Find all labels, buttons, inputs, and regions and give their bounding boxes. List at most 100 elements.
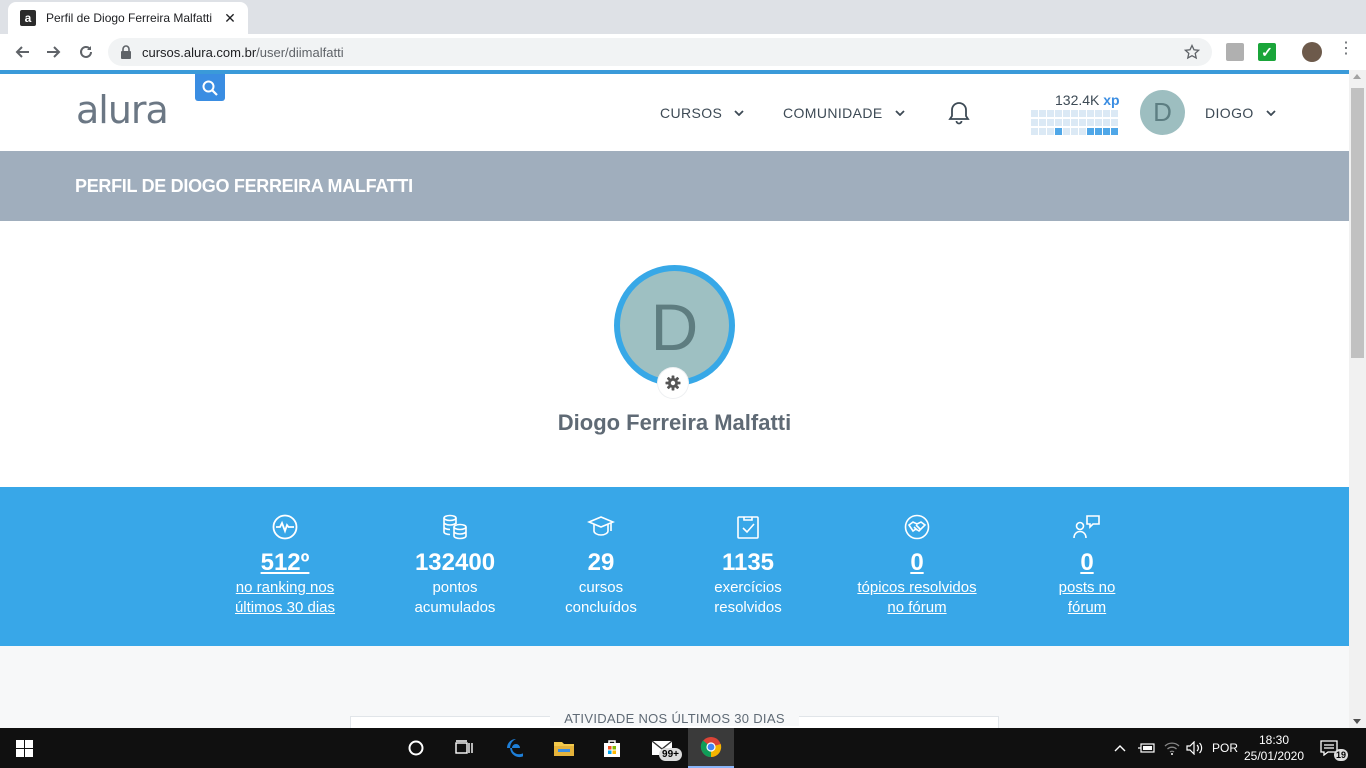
url-host: cursos.alura.com.br bbox=[142, 44, 257, 60]
search-button[interactable] bbox=[195, 74, 225, 101]
bookmark-star-icon[interactable] bbox=[1184, 44, 1200, 60]
xp-value: 132.4K bbox=[1055, 92, 1100, 108]
input-language-button[interactable]: POR bbox=[1212, 728, 1238, 768]
nav-cursos-menu[interactable]: CURSOS bbox=[660, 105, 744, 121]
forward-button[interactable] bbox=[38, 36, 70, 68]
xp-activity-cell bbox=[1063, 119, 1070, 126]
reload-button[interactable] bbox=[70, 36, 102, 68]
arrow-right-icon bbox=[47, 46, 61, 58]
address-bar[interactable]: cursos.alura.com.br/user/diimalfatti bbox=[108, 38, 1212, 66]
action-center-button[interactable]: 19 bbox=[1320, 728, 1350, 768]
lock-icon bbox=[121, 45, 131, 59]
xp-activity-cell bbox=[1031, 119, 1038, 126]
stat-value: 512º bbox=[260, 549, 310, 576]
store-bag-icon bbox=[604, 740, 620, 757]
chrome-menu-icon[interactable]: ⋮ bbox=[1338, 41, 1354, 59]
mail-button[interactable]: 99+ bbox=[640, 728, 684, 768]
xp-activity-cell bbox=[1055, 128, 1062, 135]
tab-close-icon[interactable]: ✕ bbox=[222, 10, 238, 27]
xp-activity-grid bbox=[1031, 110, 1119, 136]
user-menu[interactable]: DIOGO bbox=[1205, 105, 1276, 121]
taskbar-clock[interactable]: 18:30 25/01/2020 bbox=[1236, 728, 1312, 768]
chrome-profile-avatar[interactable] bbox=[1302, 42, 1322, 62]
windows-taskbar: 99+ POR 18:30 25/01/2020 19 bbox=[0, 728, 1366, 768]
activity-heading: ATIVIDADE NOS ÚLTIMOS 30 DIAS bbox=[0, 710, 1349, 728]
chevron-down-icon bbox=[1266, 110, 1276, 116]
volume-tray-button[interactable] bbox=[1186, 728, 1204, 768]
xp-activity-cell bbox=[1111, 128, 1118, 135]
store-button[interactable] bbox=[592, 728, 632, 768]
tab-title: Perfil de Diogo Ferreira Malfatti | bbox=[46, 11, 214, 25]
file-explorer-button[interactable] bbox=[544, 728, 584, 768]
activity-section: ATIVIDADE NOS ÚLTIMOS 30 DIAS bbox=[0, 646, 1349, 728]
nav-comunidade-menu[interactable]: COMUNIDADE bbox=[783, 105, 905, 121]
xp-unit: xp bbox=[1103, 92, 1120, 108]
pdf-extension-icon[interactable] bbox=[1226, 43, 1244, 61]
task-view-icon bbox=[455, 740, 473, 754]
xp-activity-cell bbox=[1047, 119, 1054, 126]
edit-profile-button[interactable] bbox=[658, 368, 688, 398]
folder-icon bbox=[554, 742, 574, 756]
nav-cursos-label: CURSOS bbox=[660, 105, 723, 121]
back-button[interactable] bbox=[6, 36, 38, 68]
battery-tray-button[interactable] bbox=[1138, 728, 1156, 768]
edge-taskbar-button[interactable] bbox=[496, 728, 536, 768]
tray-overflow-chevron[interactable] bbox=[1114, 728, 1126, 768]
stat-label-line: acumulados bbox=[414, 599, 496, 616]
wifi-icon bbox=[1164, 742, 1180, 755]
xp-activity-cell bbox=[1063, 110, 1070, 117]
checkmark-extension-icon[interactable]: ✓ bbox=[1258, 43, 1276, 61]
scroll-down-arrow-icon[interactable] bbox=[1353, 719, 1361, 724]
scroll-thumb[interactable] bbox=[1351, 88, 1364, 358]
stat-label-line: no fórum bbox=[887, 599, 947, 616]
stat-label-line: cursos bbox=[578, 579, 624, 596]
xp-activity-cell bbox=[1079, 119, 1086, 126]
xp-activity-cell bbox=[1071, 119, 1078, 126]
activity-title: ATIVIDADE NOS ÚLTIMOS 30 DIAS bbox=[550, 711, 799, 726]
stat-label-line: posts no bbox=[1058, 579, 1116, 596]
xp-activity-cell bbox=[1095, 128, 1102, 135]
xp-activity-cell bbox=[1039, 110, 1046, 117]
browser-tab[interactable]: a Perfil de Diogo Ferreira Malfatti | ✕ bbox=[8, 2, 248, 34]
profile-area: D Diogo Ferreira Malfatti bbox=[0, 221, 1349, 487]
stat-value: 0 bbox=[910, 549, 924, 576]
task-view-button[interactable] bbox=[446, 728, 482, 768]
start-button[interactable] bbox=[0, 728, 48, 768]
alura-logo[interactable]: alura bbox=[76, 88, 169, 132]
speaker-icon bbox=[1186, 741, 1203, 755]
nav-comunidade-label: COMUNIDADE bbox=[783, 105, 883, 121]
cortana-circle-icon bbox=[408, 740, 424, 756]
profile-avatar-initial: D bbox=[650, 289, 699, 364]
xp-activity-cell bbox=[1047, 128, 1054, 135]
xp-activity-cell bbox=[1095, 110, 1102, 117]
network-tray-button[interactable] bbox=[1164, 728, 1180, 768]
arrow-left-icon bbox=[15, 46, 29, 58]
scroll-up-arrow-icon[interactable] bbox=[1353, 74, 1361, 79]
clock-date: 25/01/2020 bbox=[1243, 749, 1305, 763]
pulse-icon bbox=[272, 514, 298, 540]
user-avatar[interactable]: D bbox=[1140, 90, 1185, 135]
xp-activity-cell bbox=[1087, 110, 1094, 117]
stat-label: posts no fórum bbox=[997, 578, 1177, 618]
page-scrollbar[interactable] bbox=[1349, 70, 1366, 728]
xp-activity-cell bbox=[1039, 128, 1046, 135]
notifications-bell-icon[interactable] bbox=[946, 100, 972, 126]
chrome-taskbar-button[interactable] bbox=[688, 728, 734, 768]
xp-activity-cell bbox=[1111, 119, 1118, 126]
site-header: alura CURSOS COMUNIDADE 132.4K xp D DIOG… bbox=[0, 74, 1349, 151]
reload-icon bbox=[80, 45, 92, 58]
stat-forum-topics[interactable]: 0 tópicos resolvidos no fórum bbox=[827, 514, 1007, 618]
chevron-down-icon bbox=[734, 110, 744, 116]
xp-activity-cell bbox=[1071, 110, 1078, 117]
stat-label-line: resolvidos bbox=[714, 599, 782, 616]
stat-label-line: fórum bbox=[1067, 599, 1107, 616]
battery-plug-icon bbox=[1138, 743, 1155, 753]
user-menu-label: DIOGO bbox=[1205, 105, 1254, 121]
stat-ranking[interactable]: 512º no ranking nos últimos 30 dias bbox=[195, 514, 375, 618]
cortana-button[interactable] bbox=[398, 728, 434, 768]
search-icon bbox=[202, 80, 218, 96]
stat-forum-posts[interactable]: 0 posts no fórum bbox=[997, 514, 1177, 618]
xp-activity-cell bbox=[1055, 119, 1062, 126]
xp-activity-cell bbox=[1087, 128, 1094, 135]
xp-activity-cell bbox=[1031, 128, 1038, 135]
